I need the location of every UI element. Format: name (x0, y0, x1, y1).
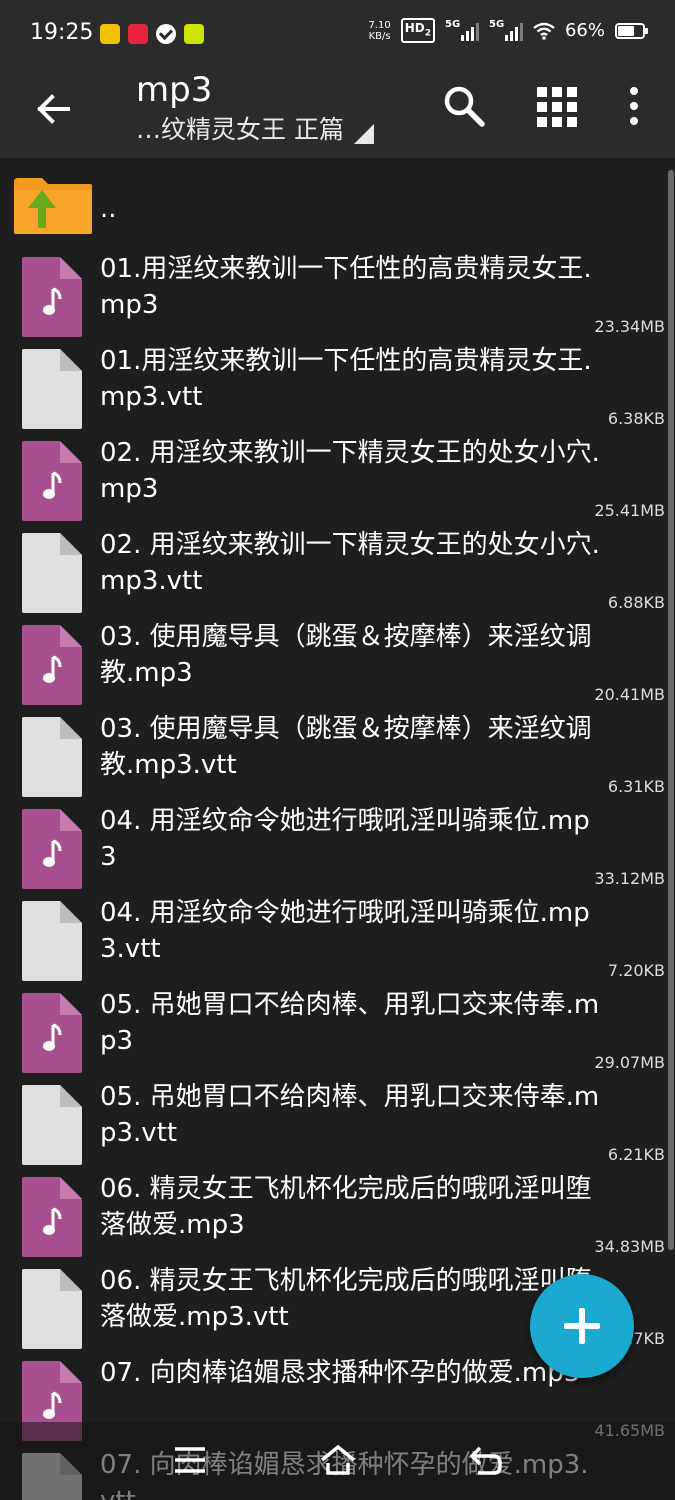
home-icon[interactable] (320, 1444, 356, 1476)
meituan-notification-icon (100, 24, 120, 44)
notification-icons (100, 24, 204, 44)
document-file-icon (22, 901, 82, 981)
audio-file-icon (22, 257, 82, 337)
file-name: 01.用淫纹来教训一下任性的高贵精灵女王.mp3.vtt (100, 346, 592, 412)
system-icons: 7.10 KB/s HD2 5G 5G 66% (368, 18, 648, 44)
file-row[interactable]: 03. 使用魔导具（跳蛋＆按摩棒）来淫纹调教.mp3.vtt 6.31KB (0, 709, 675, 801)
file-row[interactable]: 05. 吊她胃口不给肉棒、用乳口交来侍奉.mp3.vtt 6.21KB (0, 1077, 675, 1169)
file-size: 34.83MB (594, 1237, 665, 1256)
folder-up-icon (14, 178, 92, 234)
battery-icon (615, 22, 648, 39)
file-row[interactable]: 03. 使用魔导具（跳蛋＆按摩棒）来淫纹调教.mp3 20.41MB (0, 617, 675, 709)
back-icon[interactable] (468, 1444, 504, 1476)
file-name: 03. 使用魔导具（跳蛋＆按摩棒）来淫纹调教.mp3.vtt (100, 714, 592, 780)
add-button[interactable] (530, 1274, 634, 1378)
file-row[interactable]: 02. 用淫纹来教训一下精灵女王的处女小穴.mp3.vtt 6.88KB (0, 525, 675, 617)
file-row[interactable]: 04. 用淫纹命令她进行哦吼淫叫骑乘位.mp3.vtt 7.20KB (0, 893, 675, 985)
file-size: 25.41MB (594, 501, 665, 520)
status-time: 19:25 (30, 20, 94, 45)
file-row[interactable]: 06. 精灵女王飞机杯化完成后的哦吼淫叫堕落做爱.mp3 34.83MB (0, 1169, 675, 1261)
signal-1-icon: 5G (445, 19, 479, 41)
path-subtitle: …纹精灵女王 正篇 (136, 115, 344, 144)
battery-percent: 66% (564, 20, 605, 42)
dropdown-triangle-icon (353, 124, 374, 144)
file-name: 01.用淫纹来教训一下任性的高贵精灵女王.mp3 (100, 254, 592, 320)
file-size: 33.12MB (594, 869, 665, 888)
file-name: 06. 精灵女王飞机杯化完成后的哦吼淫叫堕落做爱.mp3 (100, 1174, 592, 1240)
document-file-icon (22, 533, 82, 613)
navigation-bar (0, 1422, 675, 1500)
toolbar: mp3 …纹精灵女王 正篇 (0, 68, 675, 158)
document-file-icon (22, 1085, 82, 1165)
grid-view-button[interactable] (534, 84, 578, 128)
search-icon (444, 86, 485, 127)
audio-file-icon (22, 1177, 82, 1257)
network-speed: 7.10 KB/s (368, 19, 391, 42)
page-title: mp3 (136, 70, 213, 110)
audio-file-icon (22, 441, 82, 521)
file-name: 03. 使用魔导具（跳蛋＆按摩棒）来淫纹调教.mp3 (100, 622, 592, 688)
wifi-icon (533, 22, 555, 40)
file-row[interactable]: 01.用淫纹来教训一下任性的高贵精灵女王.mp3.vtt 6.38KB (0, 341, 675, 433)
file-name: 02. 用淫纹来教训一下精灵女王的处女小穴.mp3 (100, 438, 600, 504)
file-size: 6.31KB (607, 777, 665, 796)
file-name: 05. 吊她胃口不给肉棒、用乳口交来侍奉.mp3 (100, 990, 600, 1056)
file-size: 6.88KB (607, 593, 665, 612)
parent-directory-item[interactable]: .. (0, 158, 675, 244)
document-file-icon (22, 1269, 82, 1349)
file-name: 04. 用淫纹命令她进行哦吼淫叫骑乘位.mp3 (100, 806, 590, 872)
game-notification-icon (184, 24, 204, 44)
document-file-icon (22, 717, 82, 797)
file-name: 07. 向肉棒谄媚恳求播种怀孕的做爱.mp3 (100, 1358, 581, 1388)
app-notification-icon (128, 24, 148, 44)
arrow-left-icon (37, 94, 70, 124)
audio-file-icon (22, 625, 82, 705)
search-button[interactable] (442, 84, 486, 128)
grid-view-icon (537, 87, 547, 97)
file-size: 7.20KB (607, 961, 665, 980)
file-name: 06. 精灵女王飞机杯化完成后的哦吼淫叫堕落做爱.mp3.vtt (100, 1266, 592, 1332)
file-size: 6.38KB (607, 409, 665, 428)
file-row[interactable]: 05. 吊她胃口不给肉棒、用乳口交来侍奉.mp3 29.07MB (0, 985, 675, 1077)
audio-file-icon (22, 993, 82, 1073)
check-notification-icon (156, 24, 176, 44)
scrollbar[interactable] (668, 170, 674, 1250)
file-size: 23.34MB (594, 317, 665, 336)
more-options-button[interactable] (620, 84, 648, 128)
status-bar: 19:25 7.10 KB/s HD2 5G 5G 66% (0, 0, 675, 68)
file-name: 02. 用淫纹来教训一下精灵女王的处女小穴.mp3.vtt (100, 530, 600, 596)
more-vert-icon (630, 87, 638, 95)
document-file-icon (22, 349, 82, 429)
signal-2-icon: 5G (489, 19, 523, 41)
parent-label: .. (100, 194, 117, 224)
file-name: 05. 吊她胃口不给肉棒、用乳口交来侍奉.mp3.vtt (100, 1082, 600, 1148)
path-selector[interactable]: …纹精灵女王 正篇 (136, 114, 426, 146)
file-size: 6.21KB (607, 1145, 665, 1164)
menu-icon[interactable] (172, 1444, 208, 1476)
file-size: 29.07MB (594, 1053, 665, 1072)
audio-file-icon (22, 809, 82, 889)
title-block[interactable]: mp3 …纹精灵女王 正篇 (136, 68, 426, 146)
file-row[interactable]: 04. 用淫纹命令她进行哦吼淫叫骑乘位.mp3 33.12MB (0, 801, 675, 893)
back-button[interactable] (30, 86, 76, 132)
file-name: 04. 用淫纹命令她进行哦吼淫叫骑乘位.mp3.vtt (100, 898, 590, 964)
file-size: 20.41MB (594, 685, 665, 704)
hd-voice-icon: HD2 (400, 18, 435, 44)
file-row[interactable]: 02. 用淫纹来教训一下精灵女王的处女小穴.mp3 25.41MB (0, 433, 675, 525)
file-row[interactable]: 01.用淫纹来教训一下任性的高贵精灵女王.mp3 23.34MB (0, 249, 675, 341)
